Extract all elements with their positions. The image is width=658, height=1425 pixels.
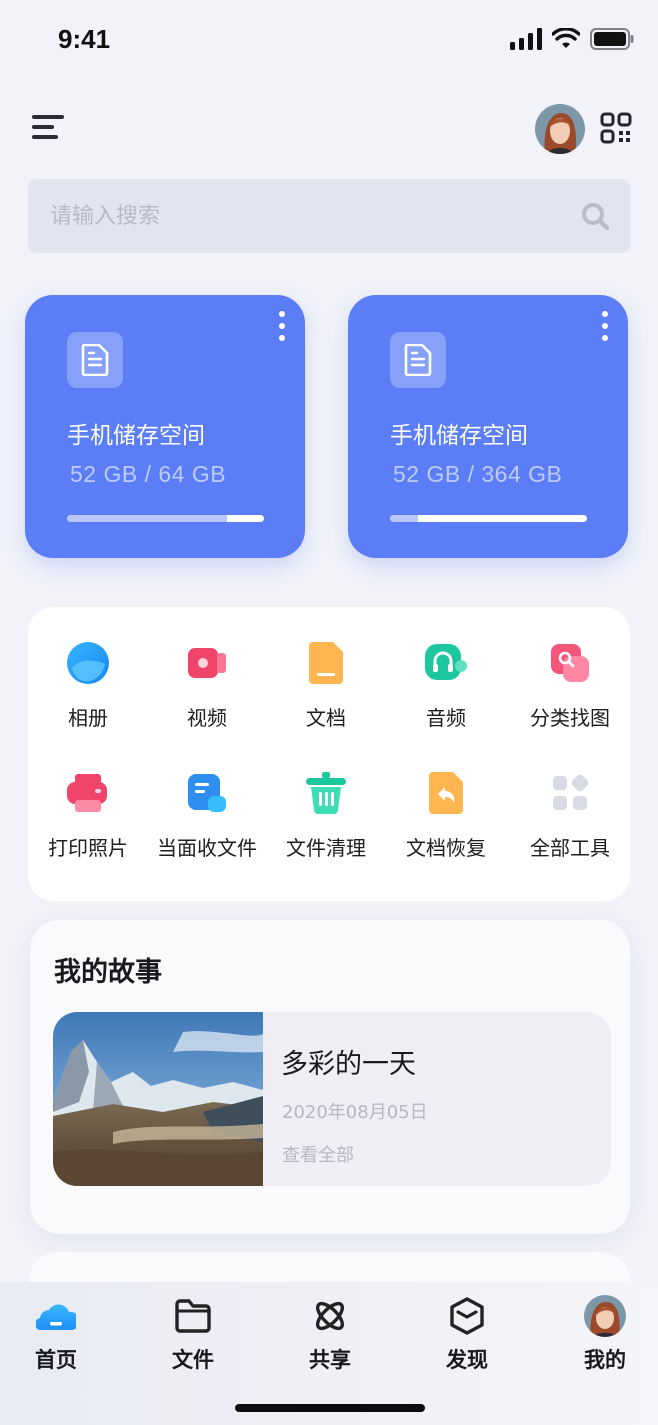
signal-icon — [510, 28, 542, 50]
app-header — [0, 96, 658, 160]
battery-icon — [590, 28, 634, 50]
tool-label: 打印照片 — [48, 836, 128, 860]
audio-icon — [425, 644, 467, 680]
tab-home[interactable]: 首页 — [11, 1296, 101, 1376]
all-tools-icon — [553, 774, 589, 810]
tool-label: 文件清理 — [286, 836, 366, 860]
receive-file-icon — [188, 774, 226, 812]
restore-icon — [429, 772, 463, 814]
image-search-icon — [551, 644, 589, 682]
tab-label: 文件 — [172, 1348, 214, 1372]
story-name: 多彩的一天 — [281, 1049, 416, 1080]
home-icon — [36, 1304, 76, 1331]
tool-document[interactable]: 文档 — [266, 642, 386, 752]
qr-scan-button[interactable] — [600, 112, 632, 144]
search-bar — [28, 179, 630, 253]
print-photo-icon — [67, 774, 107, 812]
more-icon[interactable] — [275, 311, 289, 341]
tool-image-search[interactable]: 分类找图 — [510, 642, 630, 752]
storage-progress-fill — [390, 515, 419, 522]
tool-all-tools[interactable]: 全部工具 — [510, 772, 630, 882]
tab-files[interactable]: 文件 — [148, 1296, 238, 1376]
user-avatar-icon — [535, 104, 585, 154]
menu-icon — [32, 115, 64, 139]
mountain-landscape-image — [53, 1012, 263, 1186]
story-item[interactable]: 多彩的一天 2020年08月05日 查看全部 — [53, 1012, 611, 1186]
document-icon — [309, 642, 343, 684]
tool-label: 文档恢复 — [406, 836, 486, 860]
status-icons — [510, 28, 634, 50]
more-icon[interactable] — [598, 311, 612, 341]
view-all-link[interactable]: 查看全部 — [282, 1141, 354, 1167]
storage-progress-bar — [67, 515, 264, 522]
story-thumbnail — [53, 1012, 263, 1186]
tab-discover[interactable]: 发现 — [422, 1296, 512, 1376]
tool-video[interactable]: 视频 — [147, 642, 267, 752]
qr-code-icon — [600, 112, 632, 144]
tool-label: 文档 — [306, 706, 346, 730]
album-icon — [67, 642, 109, 684]
storage-doc-tile — [67, 332, 123, 388]
tool-label: 当面收文件 — [157, 836, 257, 860]
storage-progress-bar — [390, 515, 587, 522]
tab-label: 首页 — [35, 1348, 77, 1372]
document-icon — [81, 344, 109, 376]
menu-button[interactable] — [32, 112, 68, 144]
story-section-title: 我的故事 — [54, 957, 162, 988]
share-icon — [315, 1301, 345, 1331]
tool-label: 相册 — [68, 706, 108, 730]
tool-label: 视频 — [187, 706, 227, 730]
tab-label: 我的 — [584, 1348, 626, 1372]
profile-avatar-icon — [584, 1295, 626, 1337]
storage-usage: 52 GB / 64 GB — [70, 461, 227, 487]
tool-receive-file[interactable]: 当面收文件 — [147, 772, 267, 882]
wifi-icon — [552, 28, 580, 48]
home-indicator — [235, 1404, 425, 1412]
status-bar: 9:41 — [0, 0, 658, 80]
storage-card[interactable]: 手机储存空间 52 GB / 364 GB — [348, 295, 628, 558]
tab-label: 发现 — [446, 1348, 488, 1372]
story-date: 2020年08月05日 — [282, 1102, 428, 1123]
document-icon — [404, 344, 432, 376]
tool-restore[interactable]: 文档恢复 — [386, 772, 506, 882]
search-icon[interactable] — [580, 201, 610, 231]
tool-audio[interactable]: 音频 — [386, 642, 506, 752]
storage-card[interactable]: 手机储存空间 52 GB / 64 GB — [25, 295, 305, 558]
storage-title: 手机储存空间 — [67, 423, 205, 449]
tool-clean[interactable]: 文件清理 — [266, 772, 386, 882]
status-time: 9:41 — [58, 24, 111, 54]
video-icon — [188, 648, 226, 678]
storage-title: 手机储存空间 — [390, 423, 528, 449]
story-card: 我的故事 多彩的一天 2020年08月05日 查看全部 — [30, 920, 630, 1234]
tab-profile[interactable]: 我的 — [560, 1295, 650, 1376]
avatar[interactable] — [535, 104, 585, 154]
tool-label: 音频 — [426, 706, 466, 730]
storage-usage: 52 GB / 364 GB — [393, 461, 563, 487]
tool-label: 全部工具 — [530, 836, 610, 860]
folder-icon — [175, 1299, 211, 1333]
tool-print-photo[interactable]: 打印照片 — [28, 772, 148, 882]
discover-icon — [450, 1297, 484, 1335]
clean-icon — [306, 772, 346, 814]
storage-doc-tile — [390, 332, 446, 388]
tool-album[interactable]: 相册 — [28, 642, 148, 752]
storage-progress-fill — [67, 515, 228, 522]
tab-label: 共享 — [309, 1348, 351, 1372]
tools-card: 相册 视频 文档 音频 分类找图 打印照片 当面收文件 文件清理 文档恢复 全部… — [28, 607, 630, 901]
search-input[interactable] — [50, 179, 570, 253]
tab-share[interactable]: 共享 — [285, 1296, 375, 1376]
tool-label: 分类找图 — [530, 706, 610, 730]
